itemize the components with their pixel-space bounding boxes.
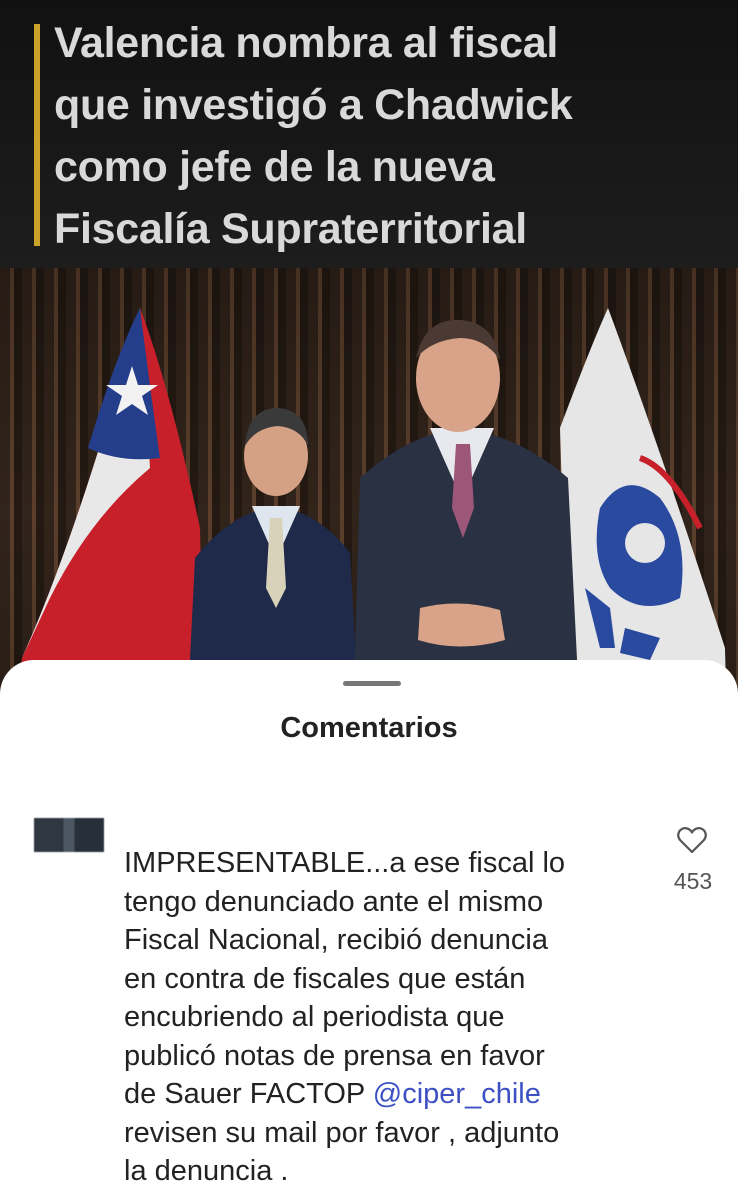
comment-line-with-mention: de Sauer FACTOP @ciper_chile [124, 1075, 664, 1114]
comments-sheet: Comentarios IMPRESENTABLE...a ese fiscal… [0, 660, 738, 1200]
headline-line: que investigó a Chadwick [54, 81, 573, 129]
headline-band: Valencia nombra al fiscal que investigó … [0, 0, 738, 268]
comment-text: IMPRESENTABLE...a ese fiscal lo tengo de… [124, 844, 664, 1191]
avatar[interactable] [34, 818, 104, 852]
drag-handle[interactable] [343, 681, 401, 686]
comment-line: la denuncia . [124, 1155, 289, 1187]
comment-line: revisen su mail por favor , adjunto [124, 1116, 560, 1149]
comment-line: Fiscal Nacional, recibió denuncia [124, 924, 548, 956]
comment-line: IMPRESENTABLE...a ese fiscal lo [124, 847, 566, 879]
post-image: Valencia nombra al fiscal que investigó … [0, 0, 738, 760]
headline-line: Fiscalía Supraterritorial [54, 205, 527, 253]
headline-line: Valencia nombra al fiscal [54, 19, 558, 67]
headline-accent-bar [34, 24, 40, 246]
comment-line: encubriendo al periodista que [124, 1001, 505, 1033]
comment-line: tengo denunciado ante el mismo [124, 885, 544, 918]
like-count: 453 [673, 868, 713, 894]
sheet-title: Comentarios [280, 712, 458, 744]
comment-line: de Sauer FACTOP [124, 1078, 373, 1110]
comment-line: publicó notas de prensa en favor [124, 1039, 545, 1072]
headline: Valencia nombra al fiscal que investigó … [54, 12, 724, 260]
headline-line: como jefe de la nueva [54, 143, 495, 191]
comment-line: en contra de fiscales que están [124, 962, 526, 995]
heart-outline-icon[interactable] [676, 824, 708, 856]
mention-link[interactable]: @ciper_chile [373, 1078, 541, 1110]
